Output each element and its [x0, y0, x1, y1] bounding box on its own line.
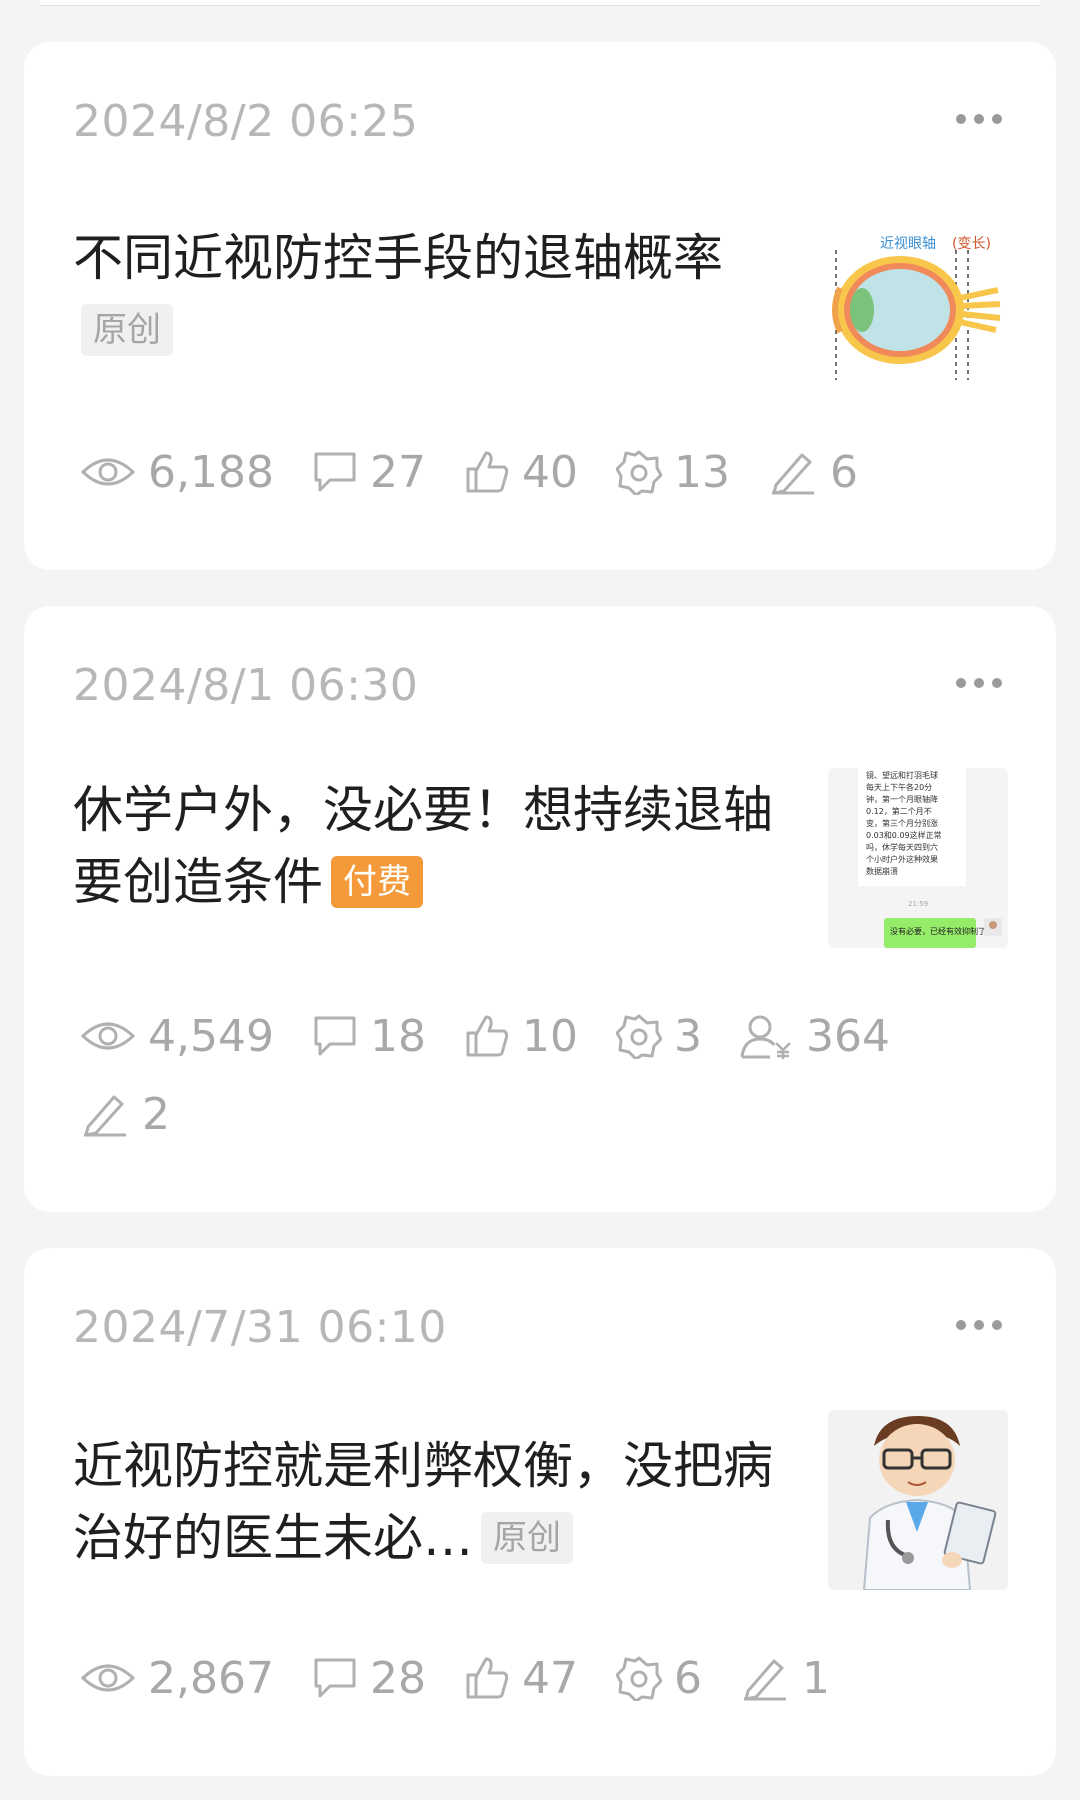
comment-icon	[314, 452, 356, 492]
more-dots-icon[interactable]	[956, 114, 1002, 124]
chat-line: 数据崩溃	[866, 866, 898, 876]
post-date: 2024/8/2 06:25	[73, 96, 419, 147]
comments-count: 28	[369, 1652, 426, 1704]
eye-icon	[80, 458, 136, 486]
post-card[interactable]: 2024/8/1 06:30 休学户外，没必要！想持续退轴要创造条件 付费 镜、望…	[24, 606, 1056, 1212]
post-card[interactable]: 2024/8/2 06:25 不同近视防控手段的退轴概率原创 近视眼轴 (变长)…	[24, 42, 1056, 570]
views-count: 2,867	[148, 1652, 274, 1704]
views-stat: 4,549	[80, 1008, 274, 1064]
likes-stat[interactable]: 40	[464, 444, 578, 500]
eye-axis-diagram: 近视眼轴 (变长)	[832, 236, 1001, 380]
post-date: 2024/8/1 06:30	[73, 660, 419, 711]
share-flower-icon	[615, 1014, 662, 1059]
eye-icon	[80, 1664, 136, 1692]
original-badge: 原创	[81, 303, 173, 356]
edit-pen-icon	[771, 453, 814, 495]
shares-stat[interactable]: 13	[615, 444, 730, 500]
doctor-cartoon-thumbnail	[862, 1416, 997, 1590]
post-title-text: 休学户外，没必要！想持续退轴要创造条件	[73, 781, 773, 911]
post-stats: 6,188 27 40 13 6	[80, 444, 1020, 500]
views-count: 4,549	[148, 1010, 274, 1062]
chat-line: 0.03和0.09这样正常	[866, 830, 942, 840]
chat-line: 每天上下午各20分	[866, 782, 932, 792]
thumb-caption-main: 近视眼轴	[880, 236, 936, 252]
paid-reader-icon	[740, 1015, 791, 1059]
edit-pen-icon	[84, 1095, 126, 1137]
post-stats: 4,549 18 10 3 364 2	[80, 1008, 1020, 1142]
post-stats: 2,867 28 47 6 1	[80, 1650, 1020, 1706]
post-thumbnail[interactable]: 近视眼轴 (变长)	[828, 210, 1008, 390]
chat-line: 钟，第一个月眼轴降	[866, 794, 938, 804]
edits-count: 6	[829, 446, 858, 498]
chat-line: 0.12，第二个月不	[866, 806, 932, 816]
likes-stat[interactable]: 47	[464, 1650, 578, 1706]
post-thumbnail[interactable]: 镜、望远和打羽毛球 每天上下午各20分 钟，第一个月眼轴降 0.12，第二个月不…	[828, 768, 1008, 948]
paid-readers-count: 364	[805, 1010, 890, 1062]
edits-stat[interactable]: 6	[768, 444, 858, 500]
chat-time: 21:59	[908, 900, 928, 908]
edits-stat[interactable]: 1	[740, 1650, 830, 1706]
post-title[interactable]: 近视防控就是利弊权衡，没把病治好的医生未必… 原创	[73, 1430, 793, 1574]
post-title-text: 近视防控就是利弊权衡，没把病治好的医生未必…	[73, 1437, 773, 1567]
comments-stat[interactable]: 18	[312, 1008, 426, 1064]
post-title[interactable]: 休学户外，没必要！想持续退轴要创造条件 付费	[73, 774, 793, 918]
more-dots-icon[interactable]	[956, 678, 1002, 688]
comment-icon	[314, 1016, 356, 1056]
likes-count: 47	[521, 1652, 578, 1704]
share-flower-icon	[615, 450, 662, 495]
original-badge: 原创	[481, 1511, 573, 1564]
shares-count: 3	[673, 1010, 702, 1062]
edits-stat[interactable]: 2	[80, 1086, 170, 1142]
views-count: 6,188	[148, 446, 274, 498]
comments-count: 18	[369, 1010, 426, 1062]
views-stat: 2,867	[80, 1650, 274, 1706]
post-card[interactable]: 2024/7/31 06:10 近视防控就是利弊权衡，没把病治好的医生未必… 原创…	[24, 1248, 1056, 1776]
thumbs-up-icon	[466, 451, 509, 493]
likes-count: 40	[521, 446, 578, 498]
shares-stat[interactable]: 3	[615, 1008, 702, 1064]
comments-count: 27	[369, 446, 426, 498]
chat-line: 吗，休学每天四到六	[866, 842, 938, 852]
thumbs-up-icon	[466, 1657, 509, 1699]
post-title-text: 不同近视防控手段的退轴概率	[73, 229, 723, 287]
likes-stat[interactable]: 10	[464, 1008, 578, 1064]
more-dots-icon[interactable]	[956, 1320, 1002, 1330]
previous-card-edge	[40, 0, 1040, 6]
chat-line: 个小时户外这种效果	[866, 854, 938, 864]
comment-icon	[314, 1658, 356, 1698]
likes-count: 10	[521, 1010, 578, 1062]
chat-line: 镜、望远和打羽毛球	[866, 770, 938, 780]
post-title[interactable]: 不同近视防控手段的退轴概率原创	[73, 222, 793, 366]
thumbs-up-icon	[466, 1015, 509, 1057]
edit-pen-icon	[743, 1659, 786, 1701]
chat-line: 变，第三个月分别涨	[866, 818, 938, 828]
comments-stat[interactable]: 28	[312, 1650, 426, 1706]
paid-badge: 付费	[331, 855, 423, 908]
post-date: 2024/7/31 06:10	[73, 1302, 447, 1353]
edits-count: 2	[142, 1088, 170, 1140]
shares-count: 13	[673, 446, 730, 498]
chat-screenshot-thumbnail: 镜、望远和打羽毛球 每天上下午各20分 钟，第一个月眼轴降 0.12，第二个月不…	[858, 768, 1002, 948]
post-thumbnail[interactable]	[828, 1410, 1008, 1590]
thumb-caption-accent: (变长)	[952, 236, 991, 252]
eye-icon	[80, 1022, 136, 1050]
views-stat: 6,188	[80, 444, 274, 500]
shares-count: 6	[673, 1652, 702, 1704]
comments-stat[interactable]: 27	[312, 444, 426, 500]
share-flower-icon	[615, 1656, 662, 1701]
paid-readers-stat[interactable]: 364	[740, 1008, 890, 1064]
shares-stat[interactable]: 6	[615, 1650, 702, 1706]
edits-count: 1	[801, 1652, 830, 1704]
